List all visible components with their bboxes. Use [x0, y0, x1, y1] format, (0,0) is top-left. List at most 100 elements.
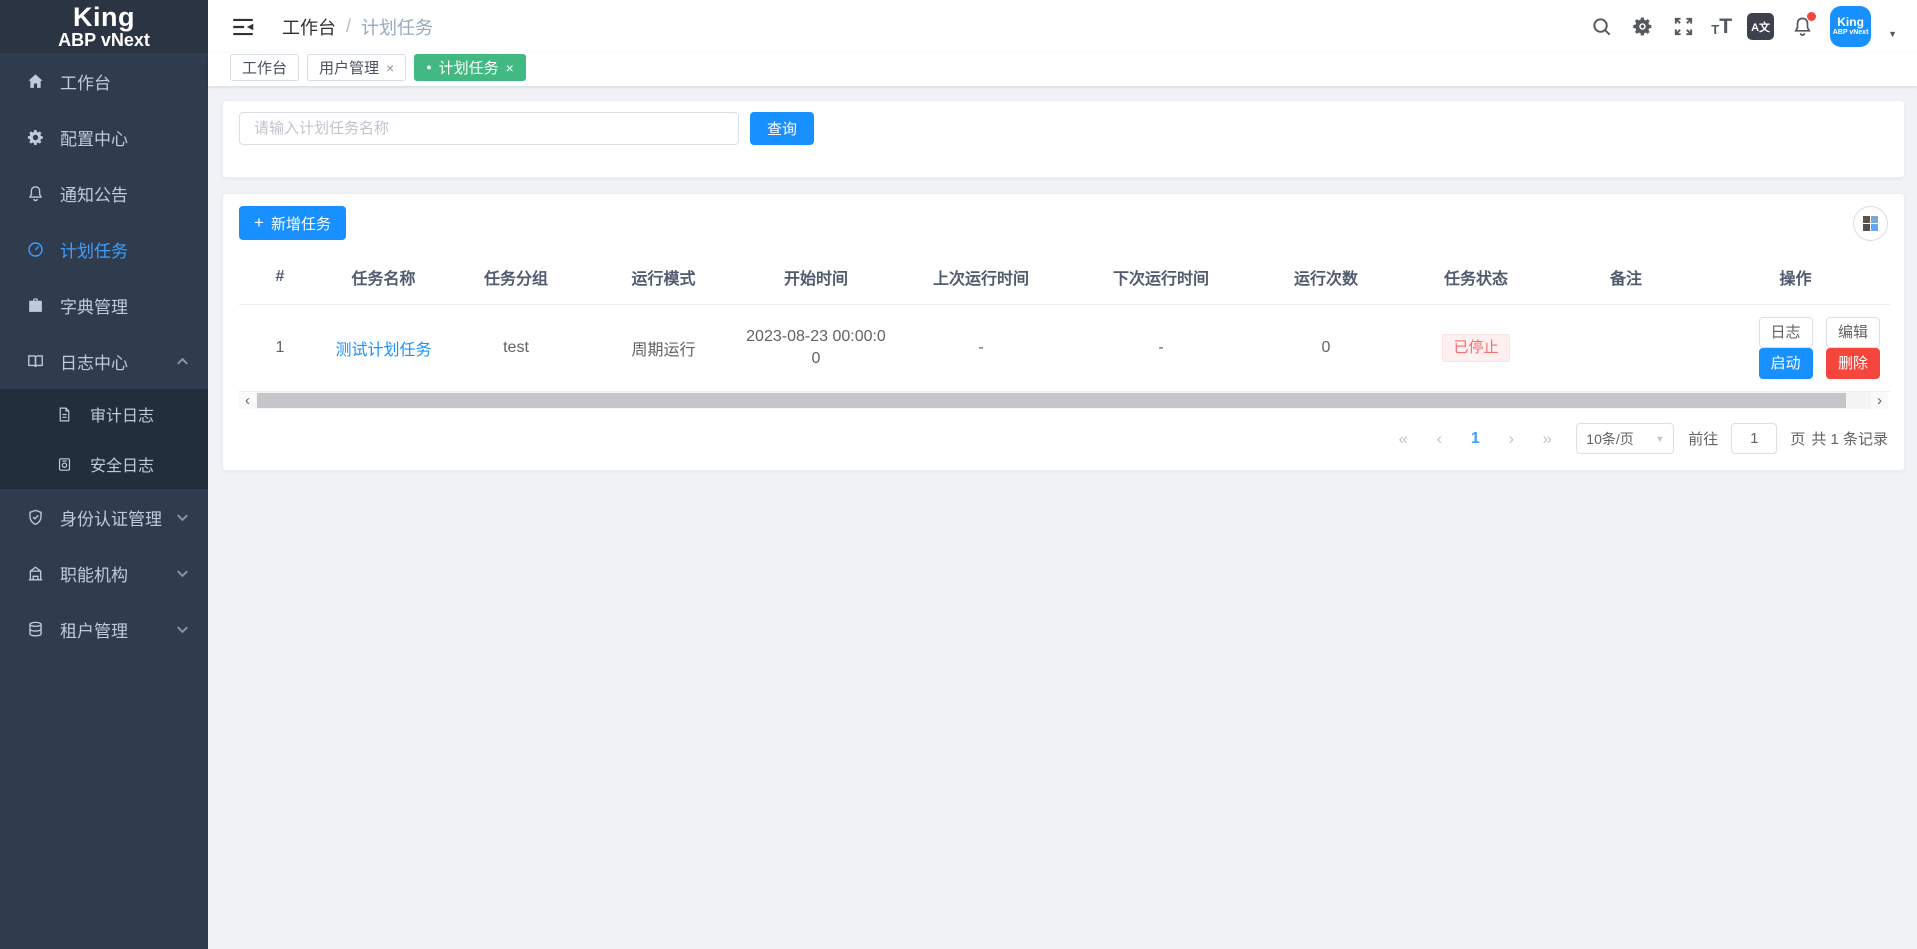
task-name-search-input[interactable] — [239, 112, 739, 145]
gear-icon — [26, 127, 46, 147]
sidebar-item-label: 职能机构 — [60, 565, 128, 585]
cell-last-run: - — [891, 304, 1071, 392]
pagination: « ‹ 1 › » 10条/页 ▼ 前往 页 共 1 条记录 — [239, 423, 1888, 458]
task-table-panel: + 新增任务 # 任务名称 任务分组 运行模式 开始时间 上次运行时间 下次运行… — [222, 193, 1905, 471]
add-task-button[interactable]: + 新增任务 — [239, 206, 346, 240]
next-page-button[interactable]: › — [1496, 429, 1526, 449]
scroll-left-icon[interactable]: ‹ — [239, 392, 256, 409]
sidebar-submenu-logs: 审计日志 安全日志 — [0, 389, 208, 489]
sidebar-item-organization[interactable]: 职能机构 — [0, 545, 208, 601]
topbar-actions: TT A文 King ABP vNext ▼ — [1588, 6, 1897, 47]
column-header-group: 任务分组 — [446, 250, 586, 305]
page-size-value: 10条/页 — [1586, 430, 1634, 447]
table-header-row: # 任务名称 任务分组 运行模式 开始时间 上次运行时间 下次运行时间 运行次数… — [239, 250, 1890, 305]
sidebar: King ABP vNext 工作台 配置中心 通知公告 计划任务 字典管理 日… — [0, 0, 208, 949]
start-button[interactable]: 启动 — [1758, 348, 1813, 379]
sidebar-item-dictionary[interactable]: 字典管理 — [0, 277, 208, 333]
plus-icon: + — [254, 213, 264, 232]
sidebar-item-label: 配置中心 — [60, 129, 128, 149]
notification-bell-icon[interactable] — [1789, 11, 1817, 40]
cell-start-time: 2023-08-23 00:00:00 — [746, 327, 886, 367]
sidebar-item-label: 审计日志 — [90, 408, 155, 425]
sidebar-item-notices[interactable]: 通知公告 — [0, 165, 208, 221]
goto-page-input[interactable] — [1731, 423, 1778, 454]
sidebar-item-workbench[interactable]: 工作台 — [0, 53, 208, 109]
cell-mode: 周期运行 — [586, 304, 741, 392]
sidebar-item-label: 日志中心 — [60, 353, 128, 373]
page-content: 查询 + 新增任务 — [208, 86, 1917, 949]
horizontal-scrollbar[interactable]: ‹ › — [239, 392, 1888, 409]
edit-button[interactable]: 编辑 — [1825, 317, 1880, 348]
column-header-start-time: 开始时间 — [741, 250, 891, 305]
logo-title: King — [73, 1, 135, 32]
avatar-caret-icon[interactable]: ▼ — [1888, 29, 1897, 47]
user-avatar[interactable]: King ABP vNext — [1830, 6, 1872, 47]
column-header-last-run: 上次运行时间 — [891, 250, 1071, 305]
sidebar-menu: 工作台 配置中心 通知公告 计划任务 字典管理 日志中心 — [0, 53, 208, 389]
cell-index: 1 — [239, 304, 321, 392]
tab-workbench[interactable]: 工作台 — [230, 54, 300, 81]
app-layout: King ABP vNext 工作台 配置中心 通知公告 计划任务 字典管理 日… — [0, 0, 1917, 949]
column-header-mode: 运行模式 — [586, 250, 741, 305]
tab-label: 用户管理 — [319, 60, 380, 77]
building-icon — [26, 563, 46, 583]
close-icon[interactable]: × — [506, 61, 514, 75]
delete-button[interactable]: 删除 — [1825, 348, 1880, 379]
first-page-button[interactable]: « — [1388, 429, 1418, 449]
prev-page-button[interactable]: ‹ — [1424, 429, 1454, 449]
page-number-1[interactable]: 1 — [1460, 430, 1490, 448]
document-icon — [56, 404, 76, 424]
chevron-up-icon — [177, 357, 188, 365]
sidebar-item-tenants[interactable]: 租户管理 — [0, 601, 208, 657]
cell-group: test — [446, 304, 586, 392]
tab-user-management[interactable]: 用户管理 × — [307, 54, 407, 81]
caret-down-icon: ▼ — [1655, 433, 1665, 444]
goto-label: 前往 — [1688, 431, 1719, 448]
cell-remark — [1551, 304, 1701, 392]
shield-check-icon — [26, 507, 46, 527]
sidebar-menu-bottom: 身份认证管理 职能机构 租户管理 — [0, 489, 208, 657]
sidebar-item-label: 身份认证管理 — [60, 509, 162, 529]
scrollbar-thumb[interactable] — [257, 393, 1846, 408]
column-header-run-count: 运行次数 — [1251, 250, 1401, 305]
tab-scheduled-tasks[interactable]: ● 计划任务 × — [414, 54, 526, 81]
sidebar-item-audit-logs[interactable]: 审计日志 — [0, 389, 208, 439]
last-page-button[interactable]: » — [1532, 429, 1562, 449]
font-size-big-t: T — [1719, 15, 1733, 38]
close-icon[interactable]: × — [386, 61, 394, 75]
cell-next-run: - — [1071, 304, 1251, 392]
bell-icon — [26, 183, 46, 203]
sidebar-item-config-center[interactable]: 配置中心 — [0, 109, 208, 165]
sidebar-item-label: 租户管理 — [60, 621, 128, 641]
settings-gear-icon[interactable] — [1629, 14, 1655, 40]
search-icon[interactable] — [1588, 14, 1614, 40]
sidebar-item-identity[interactable]: 身份认证管理 — [0, 489, 208, 545]
breadcrumb: 工作台 / 计划任务 — [282, 14, 433, 40]
column-header-actions: 操作 — [1701, 250, 1890, 305]
add-task-label: 新增任务 — [270, 215, 331, 233]
document-gear-icon — [56, 454, 76, 474]
breadcrumb-home[interactable]: 工作台 — [282, 14, 336, 40]
log-button[interactable]: 日志 — [1758, 317, 1813, 348]
timer-icon — [26, 239, 46, 259]
sidebar-item-scheduled-tasks[interactable]: 计划任务 — [0, 221, 208, 277]
chevron-down-icon — [177, 513, 188, 521]
language-icon[interactable]: A文 — [1747, 13, 1775, 40]
fullscreen-icon[interactable] — [1670, 14, 1696, 40]
sidebar-item-label: 字典管理 — [60, 297, 128, 317]
page-size-select[interactable]: 10条/页 ▼ — [1576, 423, 1675, 454]
sidebar-item-log-center[interactable]: 日志中心 — [0, 333, 208, 389]
column-header-status: 任务状态 — [1401, 250, 1551, 305]
collapse-sidebar-icon[interactable] — [230, 14, 256, 40]
task-name-link[interactable]: 测试计划任务 — [335, 342, 431, 359]
font-size-icon[interactable]: TT — [1711, 16, 1732, 37]
column-header-next-run: 下次运行时间 — [1071, 250, 1251, 305]
scroll-right-icon[interactable]: › — [1871, 392, 1888, 409]
breadcrumb-separator: / — [346, 16, 352, 36]
sidebar-item-security-logs[interactable]: 安全日志 — [0, 439, 208, 489]
grid-icon — [1863, 216, 1878, 231]
query-button[interactable]: 查询 — [750, 112, 815, 145]
tab-label: 工作台 — [242, 60, 288, 77]
top-bar: 工作台 / 计划任务 TT A文 King ABP vNext ▼ — [208, 0, 1917, 53]
column-settings-button[interactable] — [1853, 206, 1888, 241]
